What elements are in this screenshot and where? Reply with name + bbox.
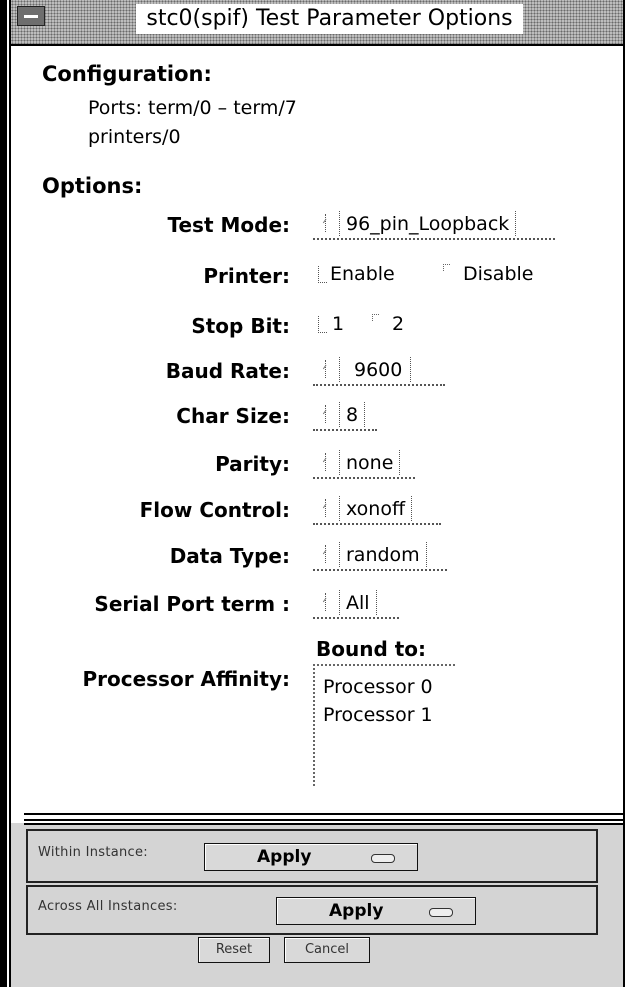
menu-check-icon — [325, 360, 334, 378]
title-bar[interactable]: stc0(spif) Test Parameter Options — [11, 0, 623, 44]
flow-control-menu[interactable]: xonoff — [313, 495, 441, 525]
char-size-value: 8 — [339, 402, 366, 427]
processor-affinity-label: Processor Affinity: — [82, 667, 290, 691]
menu-check-icon — [325, 214, 334, 232]
flow-control-value: xonoff — [339, 496, 413, 521]
window-menu-button[interactable] — [17, 6, 45, 26]
cancel-button[interactable]: Cancel — [284, 937, 370, 963]
data-type-label: Data Type: — [169, 544, 290, 568]
title-bar-border — [11, 44, 623, 46]
across-instances-label: Across All Instances: — [38, 899, 178, 914]
apply-button-label: Apply — [329, 901, 384, 921]
printer-label: Printer: — [203, 264, 290, 288]
baud-rate-menu[interactable]: 9600 — [313, 356, 445, 386]
printer-enable-radio[interactable] — [318, 266, 327, 283]
within-instance-group: Within Instance: Apply — [26, 829, 598, 883]
within-instance-apply-button[interactable]: Apply — [204, 843, 418, 871]
menu-check-icon — [325, 545, 334, 563]
stop-bit-2-radio[interactable] — [372, 314, 380, 330]
test-mode-menu[interactable]: 96_pin_Loopback — [313, 210, 555, 240]
across-instances-apply-button[interactable]: Apply — [276, 897, 476, 925]
parity-label: Parity: — [215, 452, 290, 476]
window-title: stc0(spif) Test Parameter Options — [136, 4, 523, 34]
char-size-label: Char Size: — [176, 404, 290, 428]
within-instance-label: Within Instance: — [38, 845, 148, 860]
separator — [24, 813, 623, 815]
printer-enable-option[interactable]: Enable — [330, 263, 395, 285]
reset-button[interactable]: Reset — [198, 937, 270, 963]
flow-control-label: Flow Control: — [139, 498, 290, 522]
printers-text: printers/0 — [88, 126, 181, 148]
stop-bit-1-option[interactable]: 1 — [332, 313, 344, 335]
printer-disable-radio[interactable] — [443, 264, 451, 280]
bound-to-label: Bound to: — [316, 637, 427, 661]
data-type-menu[interactable]: random — [313, 541, 447, 571]
configuration-heading: Configuration: — [42, 62, 212, 86]
baud-rate-value: 9600 — [339, 357, 412, 382]
test-mode-value: 96_pin_Loopback — [339, 211, 517, 236]
serial-port-label: Serial Port term : — [94, 592, 290, 616]
menu-check-icon — [325, 593, 334, 611]
apply-button-label: Apply — [257, 847, 312, 867]
parity-menu[interactable]: none — [313, 449, 415, 479]
separator — [24, 819, 623, 821]
window-frame-left — [0, 0, 7, 987]
ports-text: Ports: term/0 – term/7 — [88, 97, 297, 119]
across-instances-group: Across All Instances: Apply — [26, 885, 598, 935]
menu-pill-icon — [429, 908, 453, 917]
processor-list[interactable]: Processor 0 Processor 1 — [313, 664, 455, 786]
serial-port-menu[interactable]: All — [313, 589, 399, 619]
parity-value: none — [339, 450, 401, 475]
test-mode-label: Test Mode: — [167, 213, 291, 237]
stop-bit-2-option[interactable]: 2 — [392, 313, 404, 335]
printer-disable-option[interactable]: Disable — [463, 263, 533, 285]
serial-port-value: All — [339, 590, 377, 615]
stop-bit-1-radio[interactable] — [318, 316, 327, 333]
processor-list-item-1[interactable]: Processor 1 — [323, 704, 433, 726]
processor-list-item-0[interactable]: Processor 0 — [323, 676, 433, 698]
menu-check-icon — [325, 405, 334, 423]
options-heading: Options: — [42, 174, 143, 198]
char-size-menu[interactable]: 8 — [313, 401, 377, 431]
menu-check-icon — [325, 453, 334, 471]
stop-bit-label: Stop Bit: — [191, 314, 290, 338]
menu-check-icon — [325, 499, 334, 517]
baud-rate-label: Baud Rate: — [165, 359, 290, 383]
panel-border — [24, 823, 623, 825]
menu-pill-icon — [371, 854, 395, 863]
data-type-value: random — [339, 542, 427, 567]
